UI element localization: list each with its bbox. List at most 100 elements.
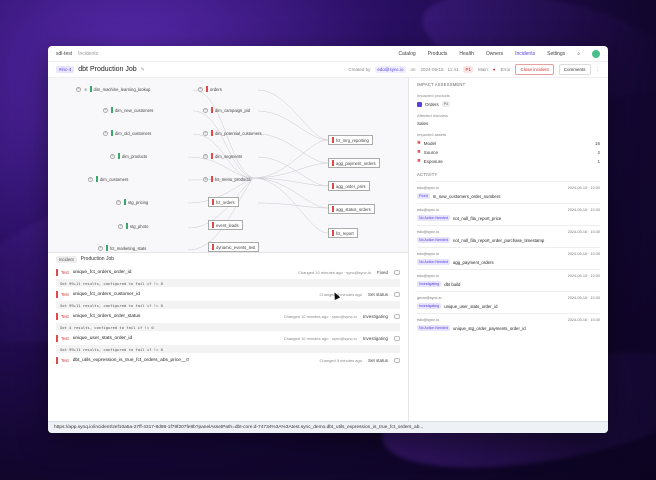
activity-status-badge: No Action Needed (417, 215, 450, 221)
impacted-product[interactable]: Orders P4 (417, 101, 600, 107)
nav-owners[interactable]: Owners (486, 51, 503, 57)
status-dropdown[interactable]: Set status (368, 358, 388, 363)
lineage-node[interactable]: agg_payment_orders (328, 158, 380, 168)
issue-row[interactable]: Test unique_fct_orders_customer_id Chang… (48, 287, 408, 309)
page-title: dbt Production Job (78, 66, 137, 73)
lineage-node[interactable]: + ⊕ dim_machine_learning_lookup (76, 86, 150, 92)
issue-name[interactable]: unique_fct_orders_order_id (73, 270, 132, 275)
issue-changed: Changed 10 minutes ago · sync@sync.io (283, 336, 357, 341)
activity-status-badge: Investigating (417, 281, 442, 287)
lineage-node[interactable]: + dim_potential_customers (203, 130, 262, 136)
issue-row[interactable]: Test dbt_utils_expression_is_true_fct_or… (48, 353, 408, 365)
lineage-node[interactable]: + stg_photo (118, 223, 148, 229)
close-incident-button[interactable]: Close incident (515, 64, 554, 75)
issue-name[interactable]: unique_fct_orders_customer_id (73, 292, 140, 297)
issue-changed: Changed 5 minutes ago (319, 292, 362, 297)
activity-item: edo@sync.io 2024-05-16 · 10:30 No Action … (417, 313, 600, 335)
activity-item: gerar@sync.io 2024-05-16 · 10:30 Investig… (417, 291, 600, 313)
more-icon[interactable]: ⋮ (596, 67, 601, 73)
created-date: 2024-05-16 · 11:41 (420, 67, 459, 72)
impact-sidebar: IMPACT ASSESSMENT Impacted products Orde… (408, 78, 608, 421)
lineage-node[interactable]: + dim_products (110, 153, 147, 159)
nav-settings[interactable]: Settings (547, 51, 565, 57)
issue-name[interactable]: dbt_utils_expression_is_true_fct_orders_… (73, 358, 189, 363)
comments-button[interactable]: Comments (558, 64, 591, 75)
issue-name[interactable]: unique_user_stats_order_id (73, 336, 132, 341)
affected-domain[interactable]: Sales (417, 121, 600, 126)
issue-message: Got 99+11 results, configured to fail if… (56, 345, 400, 353)
comment-icon[interactable] (394, 292, 400, 297)
issue-kind: Test (61, 314, 69, 319)
incident-section-title: Production Job (80, 256, 115, 262)
lineage-node[interactable]: + orders (198, 86, 222, 92)
issue-message: Got 4 results, configured to fail if != … (56, 323, 400, 331)
avatar[interactable] (592, 49, 600, 58)
product-icon (417, 101, 422, 107)
lineage-node[interactable]: agg_status_orders (328, 204, 375, 214)
issue-row[interactable]: Test unique_user_stats_order_id Changed … (48, 331, 408, 353)
lineage-node[interactable]: fct_mrg_reporting (328, 135, 373, 145)
comment-icon[interactable] (394, 270, 400, 275)
issue-message: Got 99+11 results, configured to fail if… (56, 301, 400, 309)
incident-issues-header: Incident Production Job (48, 253, 408, 265)
comment-icon[interactable] (394, 358, 400, 363)
activity-status-badge: No Action Needed (417, 237, 450, 243)
asset-count-row[interactable]: ✖ Exposure 1 (417, 158, 600, 164)
lineage-graph[interactable]: + ⊕ dim_machine_learning_lookup + dim_new_c… (48, 78, 408, 253)
lineage-node[interactable]: + stg_pricing (116, 199, 148, 205)
impact-title: IMPACT ASSESSMENT (417, 82, 466, 87)
owner-chip[interactable]: edo@sync.io (375, 66, 406, 73)
lineage-node[interactable]: + fct_marketing_stats (98, 245, 146, 251)
lineage-node[interactable]: event_leads (208, 220, 243, 230)
activity-item: edo@sync.io 2024-05-16 · 10:30 No Action … (417, 203, 600, 225)
breadcrumb-section[interactable]: Incidents (78, 51, 98, 57)
workspace-name[interactable]: sdl-test (56, 51, 72, 57)
status-dropdown[interactable]: Investigating (363, 336, 388, 341)
lineage-node[interactable]: + dim_campaign_pid (203, 107, 250, 113)
priority-label: Main (477, 67, 488, 72)
lineage-node[interactable]: + dim_new_customers (103, 107, 153, 113)
lineage-node[interactable]: agg_order_print (328, 181, 370, 191)
nav-health[interactable]: Health (459, 51, 473, 57)
priority-badge[interactable]: P1 (463, 66, 473, 73)
nav-products[interactable]: Products (428, 51, 448, 57)
edit-icon[interactable]: ✎ (141, 67, 145, 73)
impacted-products-label: Impacted products (417, 93, 450, 98)
activity-status-badge: Investigating (417, 303, 442, 309)
asset-count-row[interactable]: ✖ Source 2 (417, 149, 600, 155)
main-panel: + ⊕ dim_machine_learning_lookup + dim_new_c… (48, 78, 408, 421)
nav-incidents[interactable]: Incidents (515, 51, 535, 57)
asset-count-row[interactable]: ✖ Model 16 (417, 140, 600, 146)
activity-status-badge: No Action Needed (417, 325, 450, 331)
lineage-node[interactable]: + dim_customers (88, 176, 128, 182)
issue-row[interactable]: Test unique_fct_orders_order_status Chan… (48, 309, 408, 331)
lineage-node[interactable]: dynamic_events_test (208, 242, 260, 252)
lineage-node[interactable]: + dim_old_customers (103, 130, 151, 136)
activity-title: ACTIVITY (417, 172, 438, 177)
issue-row[interactable]: Test unique_fct_orders_order_id Changed … (48, 265, 408, 287)
issue-changed: Changed 10 minutes ago · sync@sync.io (297, 270, 371, 275)
issue-kind: Test (61, 292, 69, 297)
lineage-node[interactable]: fct_report (328, 228, 358, 238)
status-dropdown[interactable]: Set status (368, 292, 388, 297)
incident-header: #inc-4 dbt Production Job ✎ Created by e… (48, 62, 608, 78)
comment-icon[interactable] (394, 336, 400, 341)
comment-icon[interactable] (394, 314, 400, 319)
issue-kind: Test (61, 270, 69, 275)
status-dropdown[interactable]: Investigating (363, 314, 388, 319)
nav-catalog[interactable]: Catalog (398, 51, 415, 57)
lineage-node[interactable]: fct_orders (208, 197, 239, 207)
expand-icon[interactable]: ⊕ (84, 87, 88, 92)
incident-issues-panel: Incident Production Job Test unique_fct_… (48, 253, 408, 421)
issue-message: Got 99+11 results, configured to fail if… (56, 279, 400, 287)
activity-item: edo@sync.io 2024-05-16 · 10:30 No Action … (417, 247, 600, 269)
issue-name[interactable]: unique_fct_orders_order_status (73, 314, 141, 319)
lineage-node[interactable]: + fct_menu_products (203, 176, 251, 182)
status-dropdown[interactable]: Fixed (377, 270, 388, 275)
impacted-assets-label: Impacted assets (417, 132, 447, 137)
search-icon[interactable]: ⌕ (577, 51, 580, 57)
issue-changed: Changed 10 minutes ago · sync@sync.io (283, 314, 357, 319)
issue-kind: Test (61, 336, 69, 341)
app-window: sdl-test Incidents Catalog Products Heal… (48, 46, 608, 433)
lineage-node[interactable]: + dim_segments (203, 153, 242, 159)
